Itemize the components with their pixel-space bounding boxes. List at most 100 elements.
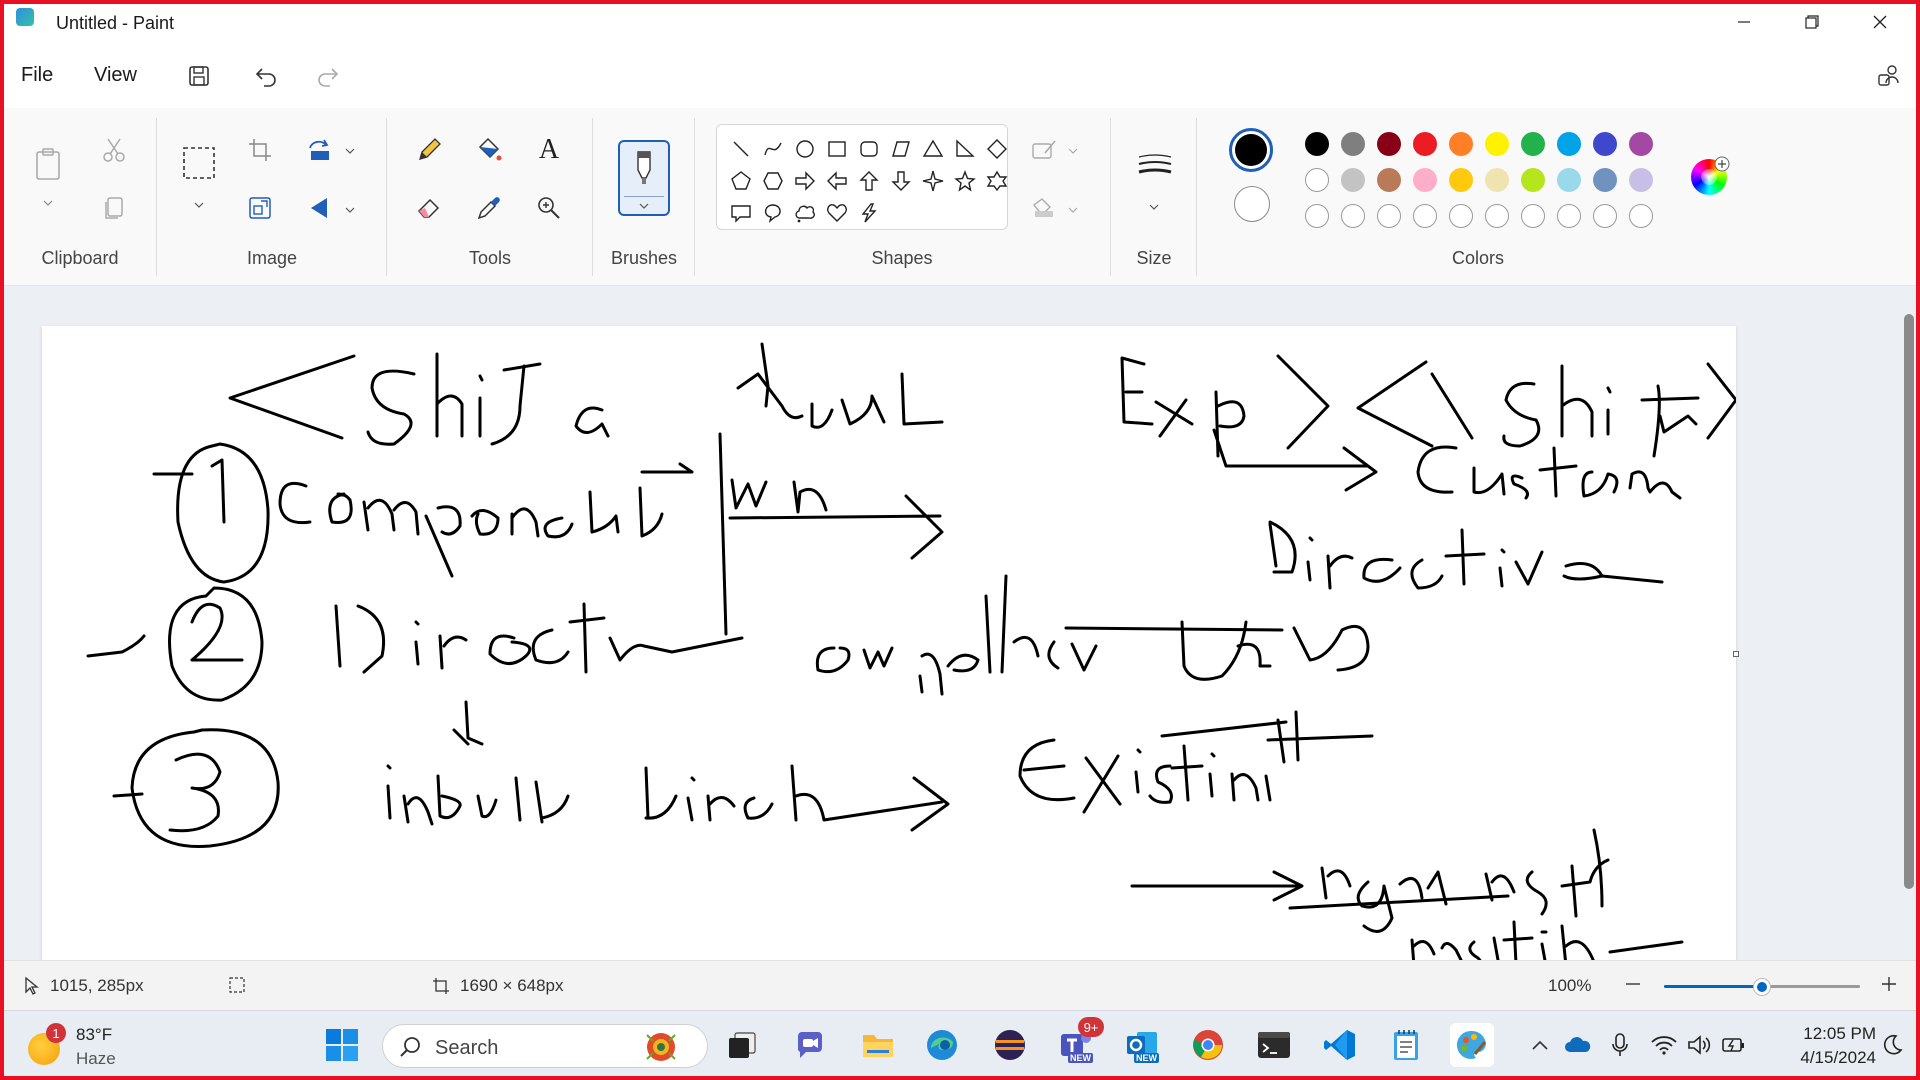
color-swatch[interactable]: [1593, 168, 1617, 192]
five-point-star-shape-button[interactable]: [949, 165, 981, 197]
outline-dropdown[interactable]: [1066, 144, 1080, 158]
custom-color-slot[interactable]: [1305, 204, 1329, 228]
paint-button[interactable]: [1450, 1023, 1494, 1067]
oval-shape-button[interactable]: [789, 133, 821, 165]
notepad-button[interactable]: [1384, 1023, 1428, 1067]
volume-button[interactable]: [1682, 1023, 1718, 1067]
color-swatch[interactable]: [1557, 168, 1581, 192]
magnifier-button[interactable]: [531, 190, 567, 226]
rounded-rectangle-shape-button[interactable]: [853, 133, 885, 165]
heart-shape-button[interactable]: [821, 197, 853, 229]
file-menu[interactable]: File: [21, 64, 53, 87]
cloud-callout-shape-button[interactable]: [789, 197, 821, 229]
wifi-button[interactable]: [1646, 1023, 1682, 1067]
zoom-in-button[interactable]: [1880, 975, 1898, 993]
color-swatch[interactable]: [1341, 168, 1365, 192]
focus-assist-button[interactable]: [1872, 1023, 1912, 1067]
chat-button[interactable]: [788, 1023, 832, 1067]
minimize-button[interactable]: [1710, 0, 1778, 44]
color-swatch[interactable]: [1485, 168, 1509, 192]
curve-shape-button[interactable]: [757, 133, 789, 165]
right-arrow-shape-button[interactable]: [789, 165, 821, 197]
account-button[interactable]: [1874, 60, 1906, 92]
start-button[interactable]: [320, 1023, 364, 1067]
six-point-star-shape-button[interactable]: [981, 165, 1013, 197]
color-picker-button[interactable]: [471, 190, 507, 226]
color-swatch[interactable]: [1449, 168, 1473, 192]
zoom-slider-thumb[interactable]: [1753, 978, 1771, 996]
size-button[interactable]: [1135, 148, 1175, 184]
zoom-slider[interactable]: [1664, 978, 1860, 996]
rectangle-shape-button[interactable]: [821, 133, 853, 165]
primary-color[interactable]: [1229, 128, 1273, 172]
custom-color-slot[interactable]: [1629, 204, 1653, 228]
four-point-star-shape-button[interactable]: [917, 165, 949, 197]
custom-color-slot[interactable]: [1485, 204, 1509, 228]
rectangular-callout-shape-button[interactable]: [725, 197, 757, 229]
color-swatch[interactable]: [1485, 132, 1509, 156]
color-swatch[interactable]: [1413, 168, 1437, 192]
diamond-shape-button[interactable]: [981, 133, 1013, 165]
search-box[interactable]: Search: [382, 1024, 708, 1068]
fill-button[interactable]: [471, 132, 507, 168]
color-swatch[interactable]: [1413, 132, 1437, 156]
drawing-canvas[interactable]: [42, 326, 1736, 960]
system-clock[interactable]: 12:05 PM 4/15/2024: [1772, 1022, 1876, 1070]
redo-button[interactable]: [311, 60, 343, 92]
text-button[interactable]: A: [531, 132, 567, 168]
resize-button[interactable]: [242, 190, 278, 226]
color-swatch[interactable]: [1629, 168, 1653, 192]
custom-color-slot[interactable]: [1557, 204, 1581, 228]
teams-button[interactable]: 9+ NEW: [1054, 1017, 1104, 1067]
hexagon-shape-button[interactable]: [757, 165, 789, 197]
file-explorer-button[interactable]: [856, 1023, 900, 1067]
custom-color-slot[interactable]: [1449, 204, 1473, 228]
crop-button[interactable]: [242, 132, 278, 168]
color-swatch[interactable]: [1557, 132, 1581, 156]
close-button[interactable]: [1846, 0, 1914, 44]
shape-fill-dropdown[interactable]: [1066, 203, 1080, 217]
paste-button[interactable]: [28, 144, 68, 184]
brushes-button[interactable]: [618, 140, 670, 216]
onedrive-button[interactable]: [1558, 1023, 1598, 1067]
outlook-button[interactable]: NEW: [1120, 1023, 1164, 1067]
pencil-button[interactable]: [411, 132, 447, 168]
line-shape-button[interactable]: [725, 133, 757, 165]
view-menu[interactable]: View: [94, 64, 137, 87]
color-swatch[interactable]: [1377, 132, 1401, 156]
triangle-shape-button[interactable]: [917, 133, 949, 165]
show-hidden-icons-button[interactable]: [1520, 1023, 1560, 1067]
custom-color-slot[interactable]: [1413, 204, 1437, 228]
lightning-shape-button[interactable]: [853, 197, 885, 229]
chrome-button[interactable]: [1186, 1023, 1230, 1067]
vertical-scrollbar[interactable]: [1904, 314, 1914, 889]
pentagon-shape-button[interactable]: [725, 165, 757, 197]
terminal-button[interactable]: [1252, 1023, 1296, 1067]
edit-colors-button[interactable]: [1688, 156, 1730, 198]
color-swatch[interactable]: [1593, 132, 1617, 156]
select-dropdown[interactable]: [192, 198, 206, 212]
eraser-button[interactable]: [411, 190, 447, 226]
polygon-shape-button[interactable]: [885, 133, 917, 165]
paste-dropdown[interactable]: [41, 196, 55, 210]
shape-fill-button[interactable]: [1026, 190, 1062, 226]
down-arrow-shape-button[interactable]: [885, 165, 917, 197]
outline-button[interactable]: [1026, 132, 1062, 168]
battery-button[interactable]: [1716, 1023, 1752, 1067]
color-swatch[interactable]: [1305, 132, 1329, 156]
restore-button[interactable]: [1778, 0, 1846, 44]
secondary-color[interactable]: [1234, 186, 1270, 222]
edge-button[interactable]: [920, 1023, 964, 1067]
color-swatch[interactable]: [1629, 132, 1653, 156]
flip-dropdown[interactable]: [343, 203, 357, 217]
canvas-resize-handle[interactable]: [1733, 651, 1739, 657]
color-swatch[interactable]: [1377, 168, 1401, 192]
select-button[interactable]: [181, 145, 217, 181]
flip-button[interactable]: [302, 190, 338, 226]
save-button[interactable]: [183, 60, 215, 92]
color-swatch[interactable]: [1521, 168, 1545, 192]
task-view-button[interactable]: [720, 1023, 764, 1067]
eclipse-button[interactable]: [988, 1023, 1032, 1067]
custom-color-slot[interactable]: [1521, 204, 1545, 228]
custom-color-slot[interactable]: [1341, 204, 1365, 228]
